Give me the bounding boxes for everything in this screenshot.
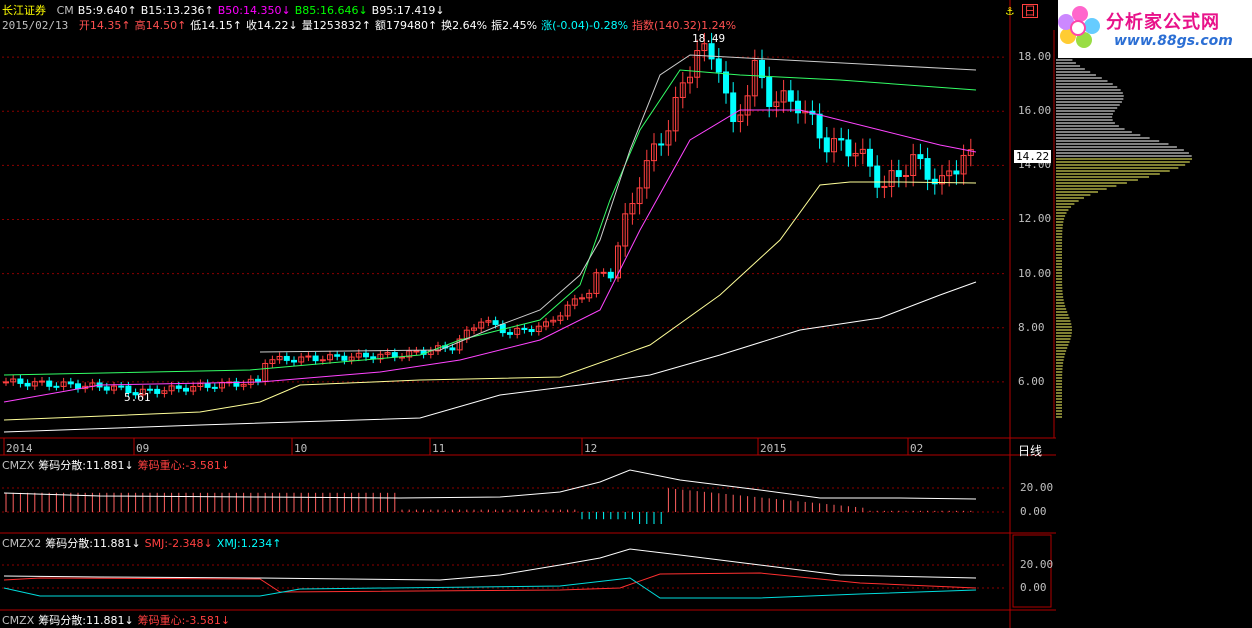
candle (334, 354, 341, 357)
cost-line-b50 (3, 109, 977, 403)
candle (874, 165, 881, 188)
sub1-item-0: CMZX (2, 459, 35, 472)
candle (795, 100, 801, 114)
candle (953, 170, 960, 175)
candle (730, 92, 737, 123)
sub1-item-2: 筹码重心:-3.581↓ (137, 459, 231, 472)
candle (658, 143, 665, 146)
candle (255, 378, 261, 382)
chart-canvas[interactable] (0, 0, 1252, 628)
sub2-item-0: CMZX2 (2, 537, 42, 550)
candle (211, 386, 218, 389)
candle (312, 355, 319, 362)
candle (521, 327, 528, 331)
candle (715, 58, 722, 73)
cost-line-b95 (3, 281, 977, 433)
sub1-header: CMZX 筹码分散:11.881↓ 筹码重心:-3.581↓ (2, 457, 234, 473)
candle (39, 380, 45, 383)
sub3-header: CMZX 筹码分散:11.881↓ 筹码重心:-3.581↓ (2, 612, 234, 628)
sub3-item-1: 筹码分散:11.881↓ (38, 614, 134, 627)
candle (924, 158, 931, 180)
sub2-header: CMZX2 筹码分散:11.881↓ SMJ:-2.348↓ XMJ:1.234↑ (2, 535, 285, 551)
candle (17, 378, 24, 384)
candle (881, 185, 888, 188)
ytick-label: 16.00 (1018, 104, 1052, 118)
candle (175, 385, 182, 389)
candle (363, 352, 369, 358)
candle (917, 154, 924, 160)
calendar-icon[interactable]: 日 (1022, 4, 1039, 18)
period-label[interactable]: 日线 (1018, 442, 1042, 459)
ytick-label: 12.00 (1018, 212, 1052, 226)
candle (838, 138, 845, 141)
candle (24, 382, 31, 387)
ytick-label: 10.00 (1018, 266, 1052, 280)
candle (204, 382, 211, 388)
candle (903, 174, 909, 177)
candle (507, 332, 513, 335)
current-price-label: 14.22 (1014, 150, 1052, 163)
xtick-label: 09 (136, 442, 150, 455)
sub2-cyan-line (3, 577, 977, 599)
ytick-label: 18.00 (1018, 50, 1052, 64)
sub2-item-2: SMJ:-2.348↓ (144, 537, 213, 550)
sub-ytick-label: 0.00 (1020, 505, 1047, 518)
candle (118, 385, 125, 388)
sub2-white-line (3, 548, 977, 581)
candle (492, 320, 499, 325)
candle (723, 71, 729, 94)
candle (600, 271, 607, 274)
xtick-label: 10 (294, 442, 308, 455)
candle (67, 381, 74, 385)
sub-ytick-label: 20.00 (1020, 481, 1054, 494)
sub-ytick-label: 20.00 (1020, 558, 1054, 571)
xtick-label: 02 (910, 442, 924, 455)
cost-line-b5 (259, 54, 977, 353)
candle (3, 381, 9, 384)
candle (449, 347, 456, 351)
candle (413, 350, 420, 353)
xtick-label: 12 (584, 442, 598, 455)
candle (895, 170, 902, 177)
candle (291, 359, 297, 363)
candle (823, 137, 830, 153)
candle (46, 380, 53, 387)
candle (931, 178, 938, 185)
sub2-box (1012, 534, 1052, 608)
candle (283, 355, 290, 361)
high-annotation: 18.49 (692, 32, 726, 45)
xtick-label: 2015 (760, 442, 787, 455)
candle (319, 359, 326, 362)
low-annotation: 5.61 (124, 391, 151, 404)
candle (816, 113, 823, 139)
sub-ytick-label: 0.00 (1020, 581, 1047, 594)
sub2-item-3: XMJ:1.234↑ (216, 537, 282, 550)
sub3-item-0: CMZX (2, 614, 35, 627)
candle (305, 355, 312, 358)
candle (341, 355, 348, 361)
candle (183, 387, 189, 392)
anchor-icon[interactable]: ⚓ (1006, 4, 1014, 19)
candle (75, 383, 81, 390)
candle (53, 385, 60, 388)
candle (103, 386, 110, 391)
candle (867, 148, 873, 167)
xtick-label: 2014 (6, 442, 33, 455)
sub1-item-1: 筹码分散:11.881↓ (38, 459, 134, 472)
candle (787, 90, 794, 102)
candle (845, 139, 852, 157)
candle (154, 388, 161, 394)
candle (607, 271, 614, 279)
ytick-label: 6.00 (1018, 374, 1045, 388)
candle (528, 329, 535, 333)
candle (766, 77, 773, 107)
ytick-label: 8.00 (1018, 320, 1045, 334)
candle (391, 352, 398, 358)
sub3-item-2: 筹码重心:-3.581↓ (137, 614, 231, 627)
candle (759, 59, 765, 79)
xtick-label: 11 (432, 442, 446, 455)
sub2-item-1: 筹码分散:11.881↓ (45, 537, 141, 550)
